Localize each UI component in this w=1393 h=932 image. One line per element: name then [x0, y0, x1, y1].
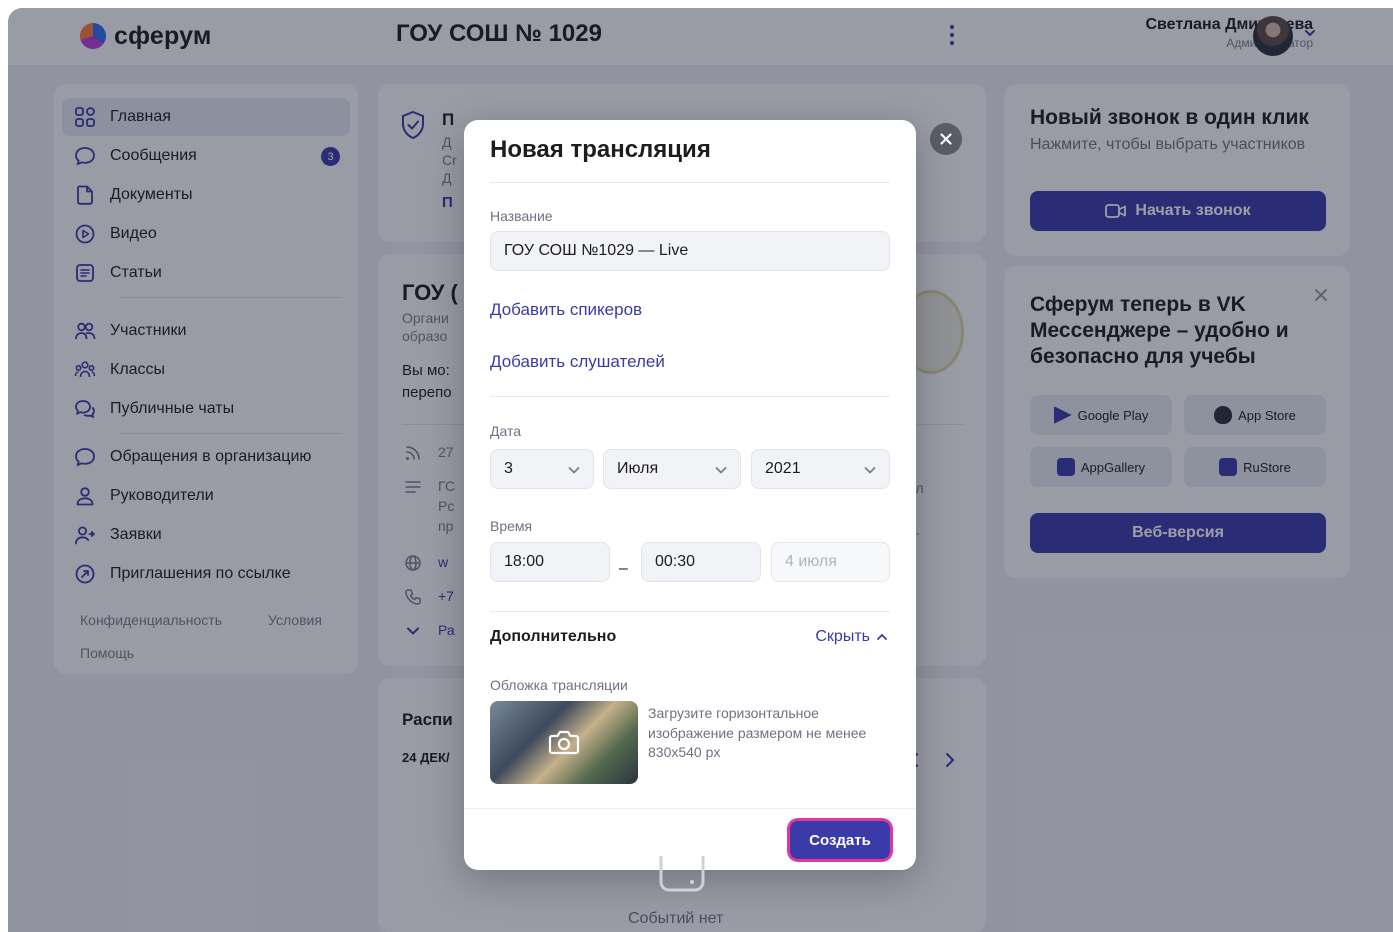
- add-listeners-link[interactable]: Добавить слушателей: [490, 352, 665, 372]
- end-date-field: 4 июля: [771, 542, 890, 582]
- new-broadcast-modal: Новая трансляция Название ГОУ СОШ №1029 …: [464, 120, 916, 870]
- hide-label: Скрыть: [815, 628, 870, 645]
- close-icon: [940, 133, 952, 145]
- modal-close-button[interactable]: [930, 123, 962, 155]
- day-select[interactable]: 3: [490, 449, 594, 489]
- hide-extra-button[interactable]: Скрыть: [815, 628, 888, 646]
- day-value: 3: [504, 460, 513, 477]
- time-range-dash: –: [619, 560, 628, 577]
- add-speakers-link[interactable]: Добавить спикеров: [490, 300, 642, 320]
- year-select[interactable]: 2021: [751, 449, 890, 489]
- modal-divider: [490, 396, 890, 397]
- date-label: Дата: [490, 423, 522, 439]
- time-start-input[interactable]: 18:00: [490, 542, 610, 582]
- extra-section-title: Дополнительно: [490, 628, 617, 645]
- cover-hint: Загрузите горизонтальное изображение раз…: [648, 705, 867, 760]
- chevron-down-icon: [568, 467, 580, 474]
- cover-label: Обложка трансляции: [490, 677, 628, 693]
- chevron-down-icon: [715, 467, 727, 474]
- year-value: 2021: [765, 460, 801, 477]
- chevron-down-icon: [864, 467, 876, 474]
- month-select[interactable]: Июля: [603, 449, 741, 489]
- name-label: Название: [490, 208, 553, 224]
- create-button[interactable]: Создать: [790, 821, 890, 859]
- month-value: Июля: [617, 460, 659, 477]
- chevron-up-icon: [877, 633, 887, 640]
- calendar-empty-icon: [659, 856, 705, 892]
- modal-divider: [490, 182, 890, 183]
- modal-footer-divider: [464, 808, 916, 809]
- cover-upload[interactable]: [490, 701, 638, 784]
- app-window: сферум ГОУ СОШ № 1029 Светлана Дмитриева…: [8, 8, 1393, 932]
- time-end-input[interactable]: 00:30: [641, 542, 761, 582]
- camera-icon: [548, 730, 580, 755]
- broadcast-name-input[interactable]: ГОУ СОШ №1029 — Live: [490, 231, 890, 271]
- modal-divider: [490, 611, 890, 612]
- modal-title: Новая трансляция: [490, 136, 711, 163]
- time-label: Время: [490, 518, 533, 534]
